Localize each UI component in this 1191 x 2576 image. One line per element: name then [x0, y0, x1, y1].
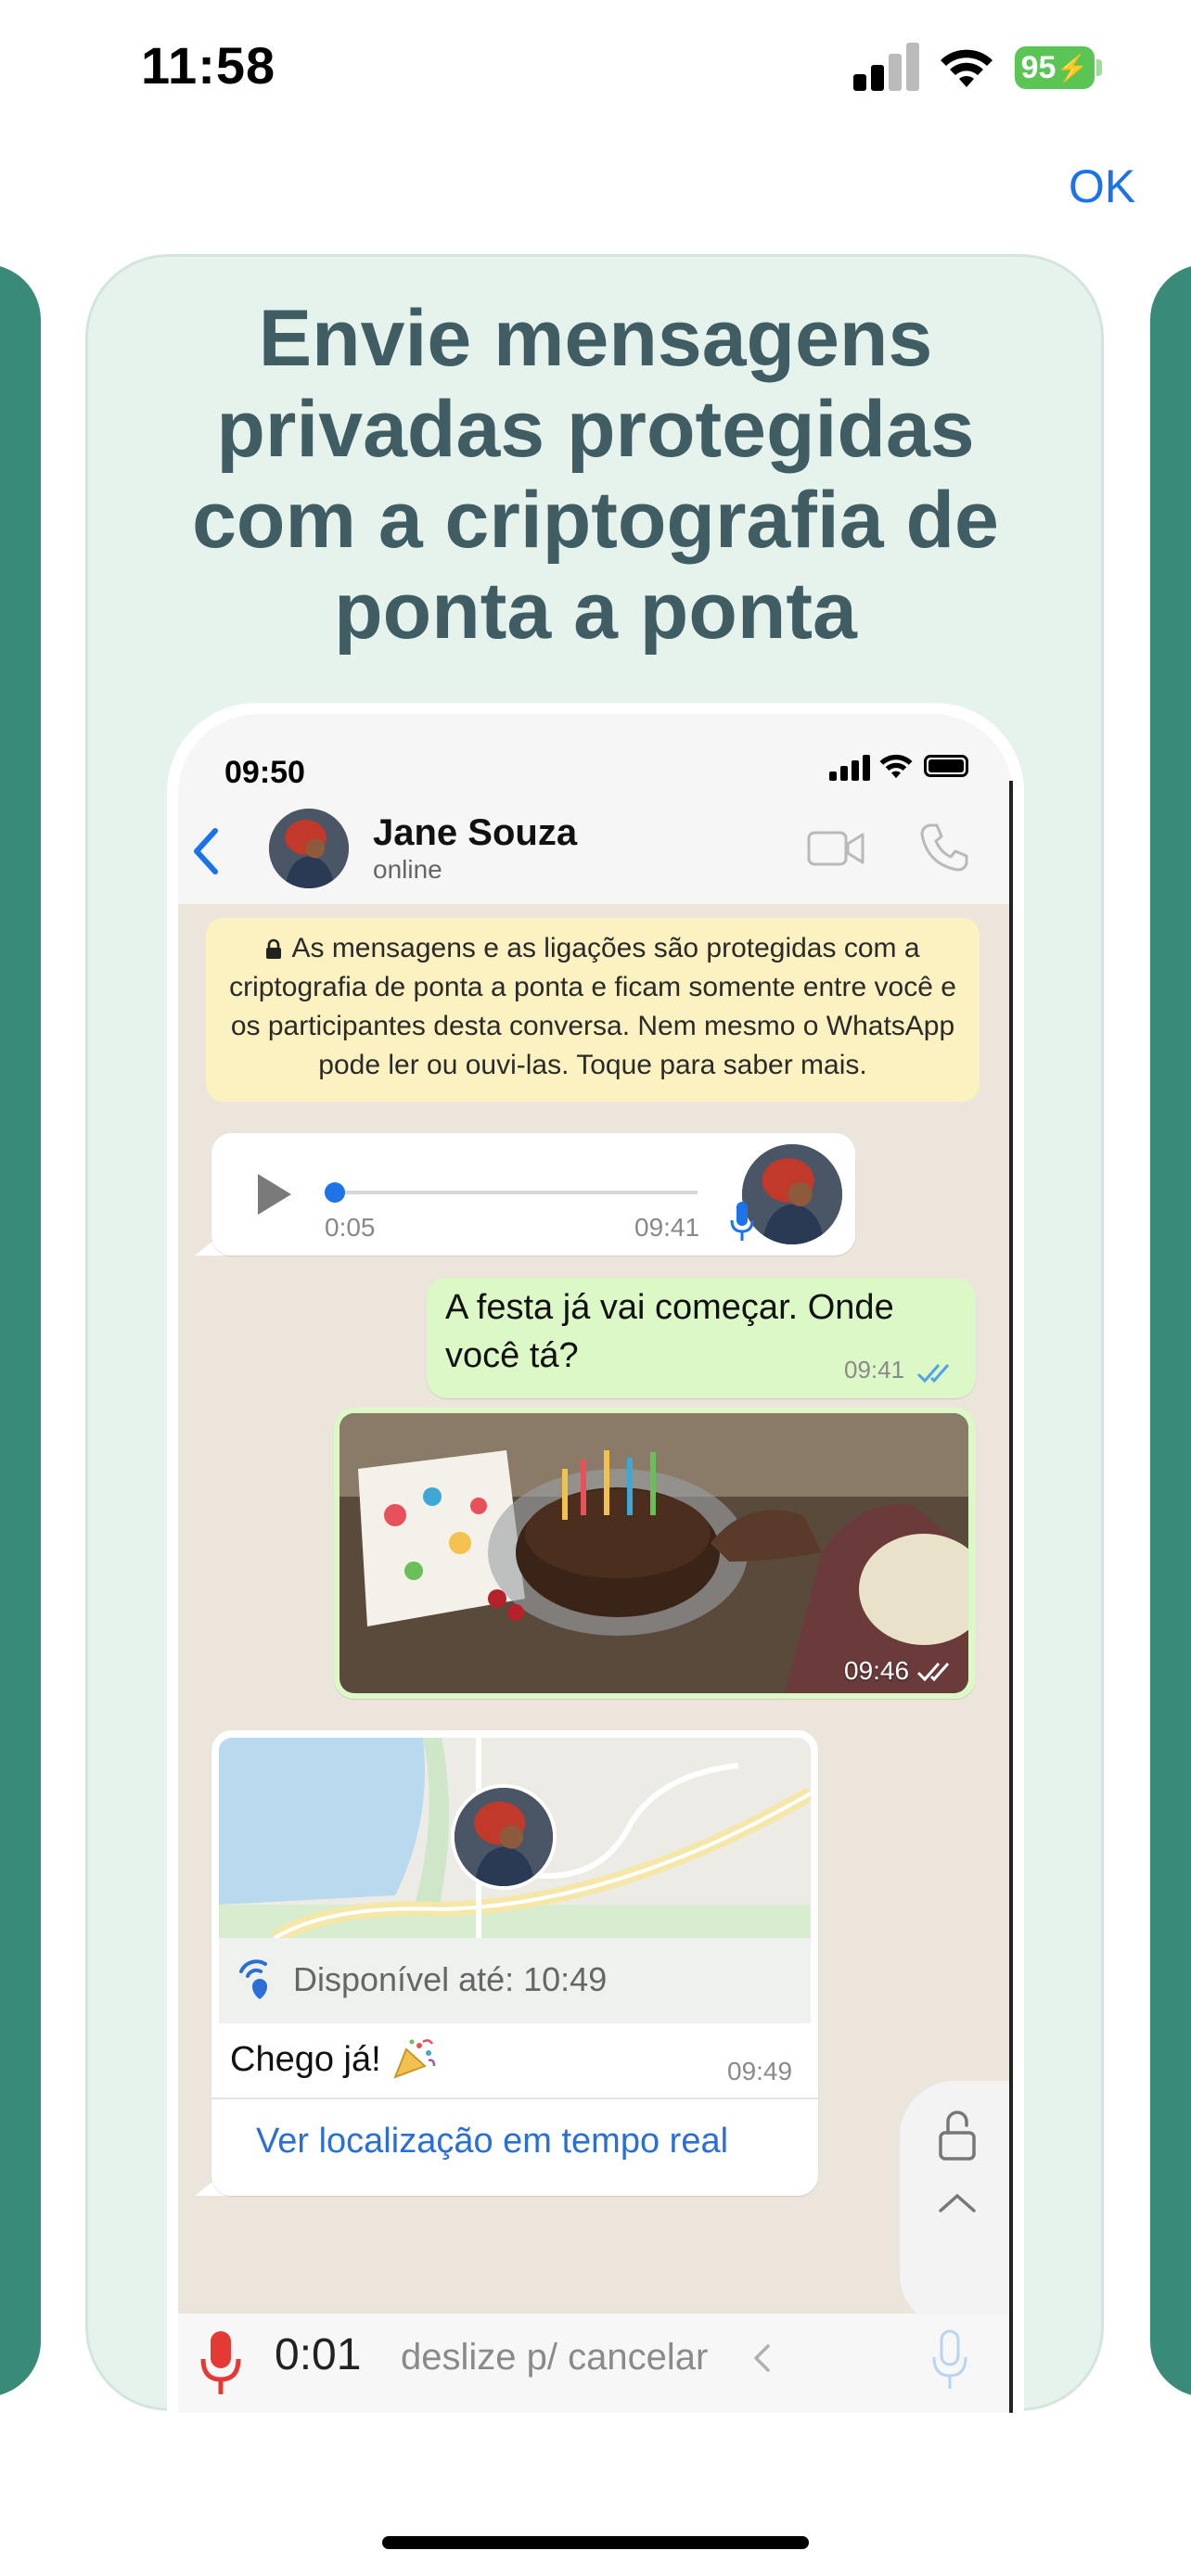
live-location-text: Disponível até: 10:49	[293, 1960, 608, 1998]
next-card[interactable]	[1150, 264, 1191, 2397]
unlock-icon[interactable]	[937, 2109, 978, 2161]
encryption-notice-text: As mensagens e as ligações são protegida…	[229, 933, 956, 1080]
voice-progress-handle[interactable]	[325, 1182, 345, 1203]
location-message-time: 09:49	[727, 2057, 793, 2085]
photo-double-check-icon	[916, 1663, 950, 1682]
phone-wifi-icon	[879, 754, 913, 779]
status-time: 11:58	[141, 36, 276, 95]
slide-to-cancel[interactable]: deslize p/ cancelar	[401, 2337, 708, 2378]
party-popper-icon	[393, 2039, 436, 2079]
chevron-up-icon	[939, 2194, 976, 2213]
voice-progress-track[interactable]	[330, 1191, 698, 1194]
voice-timestamp: 09:41	[634, 1213, 700, 1242]
phone-edge	[1009, 781, 1013, 2413]
voice-elapsed: 0:05	[325, 1213, 376, 1242]
phone-battery-icon	[924, 755, 968, 777]
location-message-text: Chego já!	[230, 2040, 381, 2079]
double-check-icon	[916, 1364, 950, 1384]
contact-avatar[interactable]	[269, 809, 349, 888]
live-location-icon	[239, 1959, 267, 1999]
view-live-location-link[interactable]: Ver localização em tempo real	[256, 2122, 728, 2162]
battery-level: 95	[1020, 49, 1057, 85]
back-chevron-icon[interactable]	[189, 823, 223, 879]
phone-status-time: 09:50	[224, 755, 305, 790]
previous-card[interactable]	[0, 264, 41, 2397]
contact-name[interactable]: Jane Souza	[373, 812, 577, 854]
wifi-icon	[941, 49, 992, 87]
outgoing-message-time: 09:41	[844, 1356, 905, 1384]
ok-button[interactable]: OK	[1069, 159, 1135, 213]
contact-status: online	[373, 855, 442, 884]
battery-tip	[1096, 59, 1102, 76]
home-indicator[interactable]	[382, 2536, 809, 2549]
location-divider	[211, 2098, 818, 2099]
recording-microphone-icon[interactable]	[198, 2329, 243, 2396]
microphone-faded-icon	[932, 2329, 967, 2389]
video-call-icon[interactable]	[807, 829, 864, 868]
phone-call-icon[interactable]	[918, 822, 970, 874]
encryption-notice[interactable]: As mensagens e as ligações são protegida…	[206, 918, 980, 1102]
phone-signal-icon	[829, 753, 870, 781]
microphone-icon	[730, 1202, 754, 1241]
party-photo[interactable]	[339, 1413, 968, 1693]
photo-message-time: 09:46	[844, 1656, 910, 1685]
signal-icon	[853, 43, 920, 91]
play-icon[interactable]	[252, 1170, 295, 1218]
lock-icon	[266, 938, 282, 959]
recording-time: 0:01	[275, 2330, 362, 2379]
battery-icon: 95 ⚡	[1015, 46, 1095, 89]
voice-sender-avatar	[742, 1144, 842, 1244]
card-headline: Envie mensagens privadas protegidas com …	[192, 294, 999, 656]
chevron-left-icon	[754, 2344, 770, 2372]
map-avatar	[451, 1784, 557, 1890]
